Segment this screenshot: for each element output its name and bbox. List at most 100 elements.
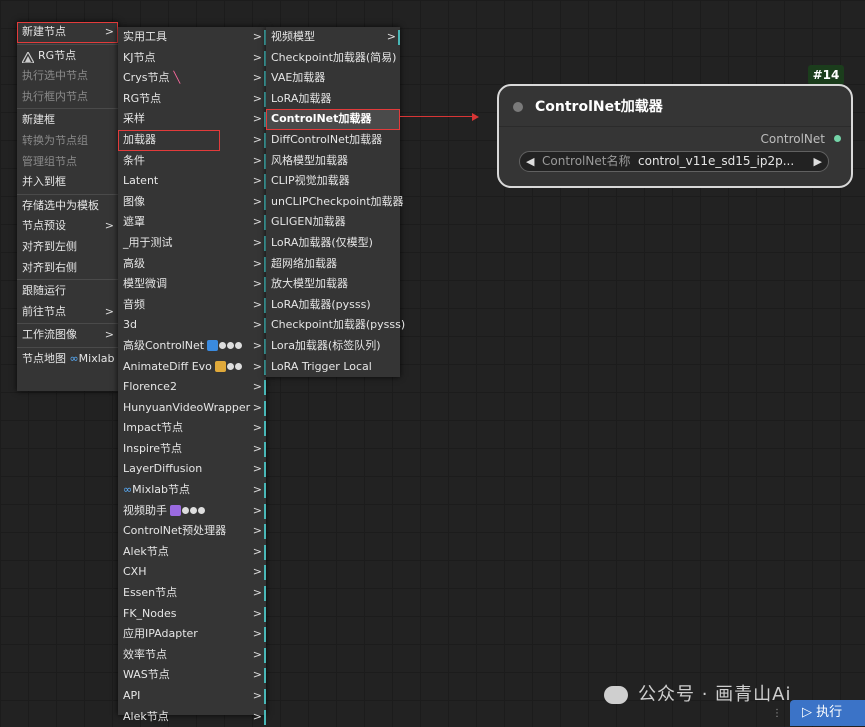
menu-item-label: CXH [123,565,147,579]
menu-item-label: 高级ControlNet [123,338,205,352]
menu-item-merge-into-group[interactable]: 并入到框 [17,172,118,193]
category-item[interactable]: LayerDiffusion > [118,459,266,480]
menu-item-label: 并入到框 [22,175,66,189]
loader-item[interactable]: GLIGEN加载器 [266,212,400,233]
category-item[interactable]: _用于测试 > [118,233,266,254]
category-item[interactable]: WAS节点 > [118,665,266,686]
category-item[interactable]: Florence2 > [118,377,266,398]
category-item[interactable]: Latent > [118,171,266,192]
loader-item[interactable]: 放大模型加载器 [266,274,400,295]
output-slot-dot[interactable] [834,135,841,142]
triangle-left-icon[interactable]: ◀ [526,152,534,171]
menu-item-align-left[interactable]: 对齐到左侧 [17,237,118,258]
menu-item-node-map[interactable]: 节点地图 ∞Mixlab [17,349,118,370]
category-item[interactable]: Essen节点 > [118,583,266,604]
loader-item[interactable]: CLIP视觉加载器 [266,171,400,192]
category-item[interactable]: Inspire节点 > [118,439,266,460]
menu-item-save-as-template[interactable]: 存储选中为模板 [17,196,118,217]
category-item[interactable]: API > [118,686,266,707]
loader-item[interactable]: Lora加载器(标签队列) [266,336,400,357]
loader-item[interactable]: LoRA加载器 [266,89,400,110]
triangle-right-icon[interactable]: ▶ [814,152,822,171]
menu-item-node-presets[interactable]: 节点预设 > [17,216,118,237]
category-item[interactable]: 音频 > [118,295,266,316]
menu-item-label: 图像 [123,194,145,208]
category-item[interactable]: ∞Mixlab节点 > [118,480,266,501]
category-item[interactable]: Alek节点 > [118,707,266,727]
menu-item-workflow-image[interactable]: 工作流图像 > [17,325,118,346]
category-item[interactable]: KJ节点 > [118,48,266,69]
node-id-badge: #14 [808,65,844,85]
loader-item[interactable]: ControlNet加载器 [266,109,400,130]
loader-item[interactable]: unCLIPCheckpoint加载器 [266,192,404,213]
run-button-label: 执行 [816,705,843,720]
menu-item-manage-group-nodes[interactable]: 管理组节点 [17,152,118,173]
menu-separator [17,346,118,348]
menu-item-go-to-node[interactable]: 前往节点 > [17,302,118,323]
category-item[interactable]: 图像 > [118,192,266,213]
chevron-right-icon: > [252,256,262,270]
category-item[interactable]: 高级ControlNet > [118,336,266,357]
category-item[interactable]: FK_Nodes > [118,604,266,625]
menu-item-label: WAS节点 [123,668,170,682]
category-item[interactable]: 3d > [118,315,266,336]
menu-item-follow-execution[interactable]: 跟随运行 [17,281,118,302]
menu-item-label: 超网络加载器 [271,256,337,270]
category-item[interactable]: 条件 > [118,151,266,172]
chevron-right-icon: > [252,462,262,476]
category-item[interactable]: 高级 > [118,254,266,275]
loader-item[interactable]: Checkpoint加载器(pysss) [266,315,405,336]
category-item[interactable]: 视频助手 > [118,501,266,522]
menu-item-new-group[interactable]: 新建框 [17,110,118,131]
menu-item-rg-node[interactable]: RG节点 [17,46,118,67]
widget-label: ControlNet名称 [542,154,631,168]
chevron-right-icon: > [252,483,262,497]
category-item[interactable]: 效率节点 > [118,645,266,666]
loader-item[interactable]: 风格模型加载器 [266,151,400,172]
category-item[interactable]: RG节点 > [118,89,266,110]
chevron-right-icon: > [252,112,262,126]
loader-item[interactable]: VAE加载器 [266,68,400,89]
menu-item-label: 遮罩 [123,215,145,229]
loader-item[interactable]: LoRA Trigger Local [266,357,400,378]
loader-item[interactable]: 视频模型 > [266,27,400,48]
collapse-dot-icon[interactable] [513,102,523,112]
category-item[interactable]: 遮罩 > [118,212,266,233]
category-item[interactable]: AnimateDiff Evo > [118,357,266,378]
loader-item[interactable]: Checkpoint加载器(简易) [266,48,400,69]
chevron-right-icon: > [252,194,262,208]
menu-item-run-selected[interactable]: 执行选中节点 [17,66,118,87]
drag-handle-icon[interactable]: ⋮ [772,708,782,724]
category-item[interactable]: HunyuanVideoWrapper > [118,398,266,419]
category-item[interactable]: ControlNet预处理器 > [118,521,266,542]
menu-item-new-node[interactable]: 新建节点 > [17,22,118,43]
category-item[interactable]: Crys节点 ╲ > [118,68,266,89]
menu-item-align-right[interactable]: 对齐到右侧 [17,258,118,279]
chevron-right-icon: > [252,338,262,352]
category-item[interactable]: Impact节点 > [118,418,266,439]
controlnet-name-combo[interactable]: ◀ ControlNet名称 control_v11e_sd15_ip2p...… [519,151,829,172]
controlnet-loader-node[interactable]: ControlNet加载器 ControlNet ◀ ControlNet名称 … [497,84,853,188]
menu-item-run-in-group[interactable]: 执行框内节点 [17,87,118,108]
menu-item-label: 模型微调 [123,277,167,291]
category-item[interactable]: 应用IPAdapter > [118,624,266,645]
menu-item-convert-to-group-node[interactable]: 转换为节点组 [17,131,118,152]
submenu-indicator [264,400,266,416]
node-title-bar[interactable]: ControlNet加载器 [499,86,851,127]
loader-item[interactable]: LoRA加载器(仅模型) [266,233,400,254]
submenu-indicator [264,606,266,622]
chevron-right-icon: > [252,277,262,291]
loader-item[interactable]: DiffControlNet加载器 [266,130,400,151]
loader-item[interactable]: LoRA加载器(pysss) [266,295,400,316]
category-item[interactable]: 实用工具 > [118,27,266,48]
category-item[interactable]: 加载器 > [118,129,266,151]
menu-item-label: Lora加载器(标签队列) [271,338,381,352]
category-item[interactable]: 模型微调 > [118,274,266,295]
loader-item[interactable]: 超网络加载器 [266,254,400,275]
chevron-right-icon: > [252,153,262,167]
category-item[interactable]: CXH > [118,562,266,583]
run-button[interactable]: ▷ 执行 [790,700,865,726]
category-item[interactable]: 采样 > [118,109,266,130]
category-item[interactable]: Alek节点 > [118,542,266,563]
menu-item-label: LayerDiffusion [123,462,203,476]
